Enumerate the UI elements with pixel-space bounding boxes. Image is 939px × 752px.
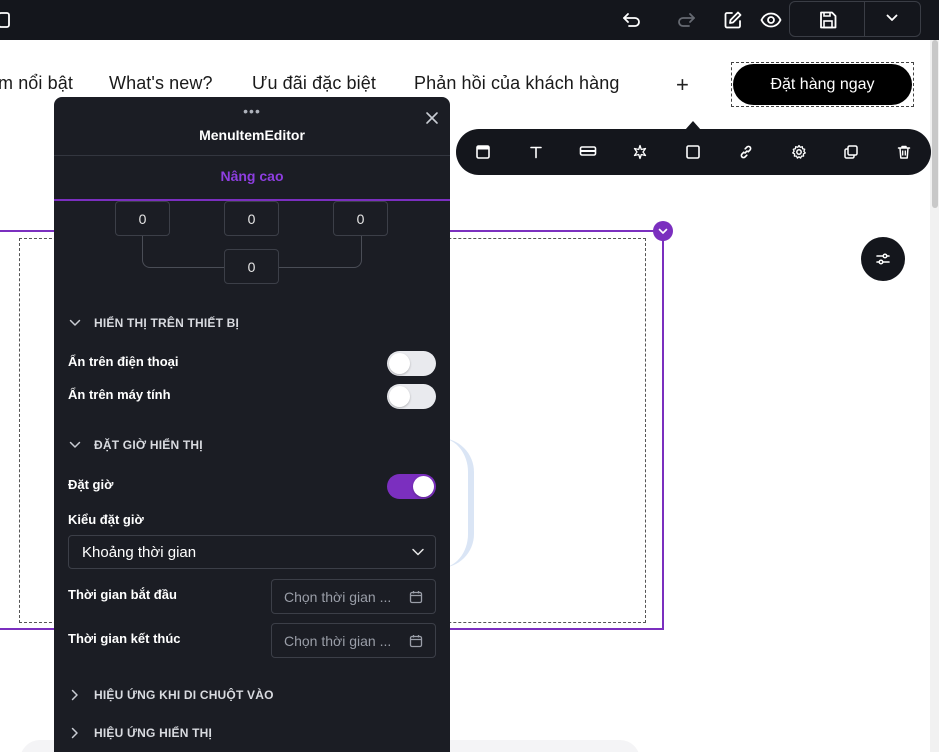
section-title: HIỆU ỨNG HIỂN THỊ — [94, 726, 213, 740]
link-icon[interactable] — [735, 141, 757, 163]
schedule-type-value: Khoảng thời gian — [82, 543, 197, 561]
display-effect-section-header[interactable]: HIỆU ỨNG HIỂN THỊ — [68, 726, 212, 740]
effect-sparkle-icon[interactable] — [629, 141, 651, 163]
section-title: ĐẶT GIỜ HIỂN THỊ — [94, 438, 203, 452]
nav-item-special-offers[interactable]: Ưu đãi đặc biệt — [252, 73, 376, 94]
start-time-placeholder: Chọn thời gian ... — [284, 588, 392, 605]
chevron-down-icon[interactable] — [880, 6, 904, 30]
chevron-right-icon — [68, 688, 82, 702]
chevron-right-icon — [68, 726, 82, 740]
end-time-placeholder: Chọn thời gian ... — [284, 632, 392, 649]
panel-drag-handle[interactable]: ••• — [54, 103, 450, 119]
end-time-label: Thời gian kết thúc — [68, 631, 181, 646]
text-icon[interactable] — [525, 141, 547, 163]
section-title: HIỂN THỊ TRÊN THIẾT BỊ — [94, 316, 240, 330]
preview-eye-icon[interactable] — [759, 8, 783, 32]
schedule-type-label: Kiểu đặt giờ — [68, 512, 144, 527]
section-collapse-handle[interactable] — [653, 221, 673, 241]
sliders-icon — [876, 253, 890, 265]
edit-icon[interactable] — [721, 8, 745, 32]
hide-on-desktop-label: Ẩn trên máy tính — [68, 387, 171, 402]
schedule-label: Đặt giờ — [68, 477, 114, 492]
redo-icon[interactable] — [674, 8, 698, 32]
calendar-icon — [409, 590, 423, 604]
border-square-icon[interactable] — [682, 141, 704, 163]
spacing-top-right-input[interactable]: 0 — [333, 201, 388, 236]
save-icon[interactable] — [816, 8, 840, 32]
start-time-label: Thời gian bắt đầu — [68, 587, 177, 602]
nav-item-featured[interactable]: m nổi bật — [0, 73, 73, 94]
settings-gear-icon[interactable] — [788, 141, 810, 163]
layout-icon[interactable] — [472, 141, 494, 163]
adjustments-button[interactable] — [861, 237, 905, 281]
tab-advanced[interactable]: Nâng cao — [54, 168, 450, 184]
schedule-type-select[interactable]: Khoảng thời gian — [68, 535, 436, 569]
start-time-input[interactable]: Chọn thời gian ... — [271, 579, 436, 614]
close-icon[interactable] — [424, 110, 440, 126]
chevron-down-icon — [68, 316, 82, 330]
spacing-top-left-input[interactable]: 0 — [115, 201, 170, 236]
calendar-icon — [409, 634, 423, 648]
schedule-toggle[interactable] — [387, 474, 436, 499]
button-style-icon[interactable] — [577, 141, 599, 163]
add-menu-item-button[interactable]: + — [676, 72, 689, 98]
panel-title: MenuItemEditor — [199, 127, 305, 143]
hide-on-phone-toggle[interactable] — [387, 351, 436, 376]
hide-on-phone-label: Ẩn trên điện thoại — [68, 354, 179, 369]
duplicate-icon[interactable] — [840, 141, 862, 163]
end-time-input[interactable]: Chọn thời gian ... — [271, 623, 436, 658]
save-divider — [864, 1, 865, 37]
chevron-down-icon — [68, 438, 82, 452]
hide-on-desktop-toggle[interactable] — [387, 384, 436, 409]
nav-item-whats-new[interactable]: What's new? — [109, 73, 213, 94]
chevron-down-icon — [411, 545, 425, 559]
spacing-bottom-input[interactable]: 0 — [224, 249, 279, 284]
menu-item-editor-panel: ••• MenuItemEditor Nâng cao 0 0 0 0 HIỂN… — [54, 97, 450, 752]
delete-trash-icon[interactable] — [893, 141, 915, 163]
device-icon[interactable] — [0, 8, 16, 32]
hover-effect-section-header[interactable]: HIỆU ỨNG KHI DI CHUỘT VÀO — [68, 688, 274, 702]
nav-item-customer-feedback[interactable]: Phản hồi của khách hàng — [414, 73, 619, 94]
scrollbar-thumb[interactable] — [932, 40, 938, 208]
device-visibility-section-header[interactable]: HIỂN THỊ TRÊN THIẾT BỊ — [68, 316, 239, 330]
section-title: HIỆU ỨNG KHI DI CHUỘT VÀO — [94, 688, 274, 702]
schedule-section-header[interactable]: ĐẶT GIỜ HIỂN THỊ — [68, 438, 203, 452]
undo-icon[interactable] — [620, 8, 644, 32]
spacing-top-center-input[interactable]: 0 — [224, 201, 279, 236]
panel-divider — [54, 155, 450, 156]
order-now-button[interactable]: Đặt hàng ngay — [733, 64, 912, 105]
